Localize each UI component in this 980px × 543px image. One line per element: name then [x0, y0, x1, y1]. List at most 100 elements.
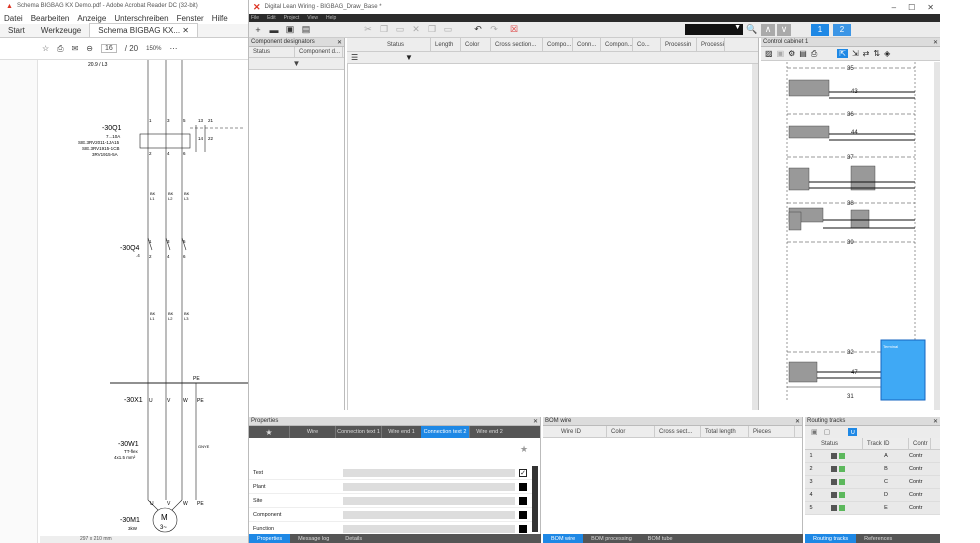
- tool4-icon[interactable]: ◈: [884, 49, 890, 58]
- select-tool-icon[interactable]: ⇱: [837, 49, 848, 58]
- col-cross-section[interactable]: Cross sect...: [655, 425, 701, 438]
- close-icon[interactable]: ✕: [182, 26, 189, 35]
- tab-connection-text-1[interactable]: Connection text 1: [335, 426, 381, 438]
- tab-werkzeuge[interactable]: Werkzeuge: [33, 24, 89, 37]
- lock-icon[interactable]: ▣: [811, 428, 818, 436]
- tab-wire-end-1[interactable]: Wire end 1: [381, 426, 421, 438]
- cut-icon[interactable]: ✂: [361, 24, 375, 36]
- search-box[interactable]: ▼: [685, 24, 743, 35]
- panel-close-icon[interactable]: ✕: [795, 418, 802, 425]
- star-icon[interactable]: ☆: [42, 44, 49, 53]
- menu-project[interactable]: Project: [284, 15, 300, 21]
- table-row[interactable]: 5 E Contr: [805, 502, 940, 515]
- paste2-icon[interactable]: ▭: [441, 24, 455, 36]
- tab-properties[interactable]: Properties: [249, 534, 291, 543]
- properties-scrollbar[interactable]: [532, 466, 538, 532]
- new-icon[interactable]: +: [251, 24, 265, 36]
- tab-wire-end-2[interactable]: Wire end 2: [469, 426, 509, 438]
- menu-fenster[interactable]: Fenster: [177, 14, 204, 23]
- minimize-icon[interactable]: –: [892, 3, 896, 12]
- col-component1[interactable]: Compo...: [543, 37, 573, 52]
- tab-start[interactable]: Start: [0, 24, 33, 37]
- tab-bom-processing[interactable]: BOM processing: [583, 534, 640, 543]
- col-length[interactable]: Length: [431, 37, 461, 52]
- properties-star-icon[interactable]: ★: [520, 444, 528, 455]
- color-swatch[interactable]: [519, 496, 527, 505]
- filter-icon[interactable]: ▼: [293, 59, 301, 68]
- color-swatch[interactable]: [519, 525, 527, 533]
- tab-bom-tube[interactable]: BOM tube: [639, 534, 681, 543]
- tab-connection-text-2[interactable]: Connection text 2: [421, 426, 469, 438]
- color-swatch[interactable]: [519, 510, 527, 519]
- field-input[interactable]: [343, 496, 515, 505]
- print-icon[interactable]: ⎙: [811, 49, 817, 59]
- menu-help[interactable]: Help: [326, 15, 336, 21]
- col-status[interactable]: Status: [817, 437, 863, 450]
- save-as-icon[interactable]: ▤: [299, 24, 313, 36]
- cabinet-canvas[interactable]: Terminal 35 43 36 44 37 38 39 32 47 31: [775, 62, 935, 402]
- mail-icon[interactable]: ✉: [72, 44, 79, 53]
- checkbox-checked[interactable]: ✓: [519, 468, 527, 477]
- color-swatch[interactable]: [519, 482, 527, 491]
- print-icon[interactable]: ⎙: [57, 44, 63, 54]
- tab-wire[interactable]: Wire: [289, 426, 335, 438]
- col-color[interactable]: Color: [607, 425, 655, 438]
- table-row[interactable]: 4 D Contr: [805, 489, 940, 502]
- field-input[interactable]: [343, 525, 515, 533]
- col-processing2[interactable]: Processi: [697, 37, 725, 52]
- copy-icon[interactable]: ❐: [377, 24, 391, 36]
- menu-edit[interactable]: Edit: [267, 15, 276, 21]
- lock-icon[interactable]: ▣: [777, 49, 785, 58]
- col-connection2[interactable]: Co...: [633, 37, 661, 52]
- panel-close-icon[interactable]: ✕: [933, 39, 940, 46]
- menu-unterschreiben[interactable]: Unterschreiben: [114, 14, 168, 23]
- tool2-icon[interactable]: ⇄: [863, 49, 870, 58]
- tab-references[interactable]: References: [856, 534, 901, 543]
- tab-details[interactable]: Details: [337, 534, 371, 543]
- field-input[interactable]: [343, 510, 515, 519]
- tab-bom-wire[interactable]: BOM wire: [543, 534, 584, 543]
- panel-close-icon[interactable]: ✕: [533, 418, 540, 425]
- down-icon[interactable]: ∨: [777, 23, 791, 36]
- col-component2[interactable]: Compon...: [601, 37, 633, 52]
- col-cross-section[interactable]: Cross section...: [491, 37, 543, 52]
- col-color[interactable]: Color: [461, 37, 491, 52]
- table-row[interactable]: 3 C Contr: [805, 476, 940, 489]
- redo-icon[interactable]: ↷: [487, 24, 501, 36]
- table-row[interactable]: 1 A Contr: [805, 450, 940, 463]
- col-contr[interactable]: Contr: [909, 437, 931, 450]
- save-icon[interactable]: ▣: [283, 24, 297, 36]
- layers-icon[interactable]: ▤: [799, 49, 807, 58]
- field-input[interactable]: [343, 468, 515, 477]
- panel-close-icon[interactable]: ✕: [933, 418, 940, 425]
- image-icon[interactable]: ▨: [765, 49, 773, 58]
- copy2-icon[interactable]: ❐: [425, 24, 439, 36]
- window-close-icon[interactable]: ✕: [927, 3, 934, 12]
- panel-close-icon[interactable]: ✕: [337, 39, 344, 46]
- col-connection1[interactable]: Conn...: [573, 37, 601, 52]
- col-wire-id[interactable]: Wire ID: [557, 425, 607, 438]
- menu-bearbeiten[interactable]: Bearbeiten: [31, 14, 70, 23]
- col-component[interactable]: Component d...: [295, 46, 343, 58]
- page-button-1[interactable]: 1: [811, 23, 829, 36]
- col-track-id[interactable]: Track ID: [863, 437, 909, 450]
- tool3-icon[interactable]: ⇅: [873, 49, 880, 58]
- filter-icon[interactable]: ▼: [405, 53, 413, 62]
- wire-table-scrollbar[interactable]: [752, 64, 758, 410]
- open-icon[interactable]: ▬: [267, 24, 281, 36]
- page-number-input[interactable]: 16: [100, 44, 117, 53]
- cancel-icon[interactable]: ☒: [507, 24, 521, 36]
- page-button-2[interactable]: 2: [833, 23, 851, 36]
- list-icon[interactable]: ☰: [351, 53, 358, 62]
- maximize-icon[interactable]: ☐: [908, 3, 915, 12]
- col-total-length[interactable]: Total length: [701, 425, 749, 438]
- field-input[interactable]: [343, 482, 515, 491]
- route-icon[interactable]: ⚙: [788, 49, 795, 58]
- u-shape-icon[interactable]: ∪: [848, 428, 858, 436]
- menu-file[interactable]: File: [251, 15, 259, 21]
- terminal-box[interactable]: [880, 339, 926, 401]
- menu-datei[interactable]: Datei: [4, 14, 23, 23]
- menu-anzeige[interactable]: Anzeige: [77, 14, 106, 23]
- more-icon[interactable]: ⋯: [169, 44, 177, 53]
- col-pieces[interactable]: Pieces: [749, 425, 795, 438]
